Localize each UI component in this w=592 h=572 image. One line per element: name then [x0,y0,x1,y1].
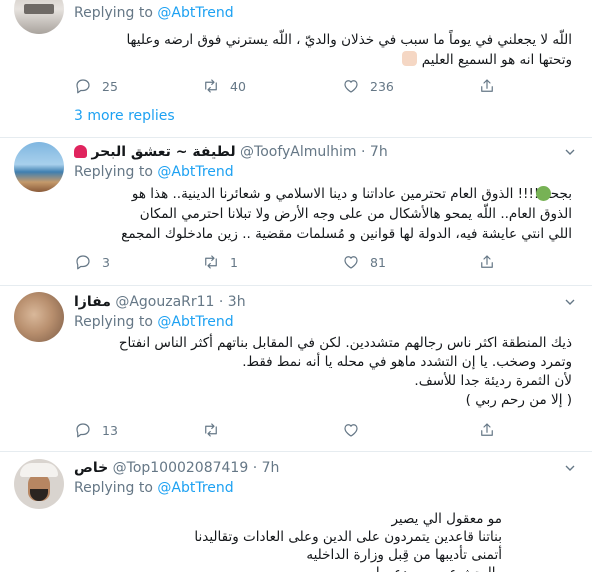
tweet-text-line: بجحة !!!! الذوق العام تحترمين عاداتنا و … [131,186,572,202]
praying-hands-emoji [402,51,418,66]
tweet-text-line: ذيك المنطقة اكثر ناس رجالهم متشددين. لكن… [118,335,572,351]
replying-to: Replying to @AbtTrend [74,164,234,180]
tweet-2[interactable]: لطيفة ~ تعشق البحر @ToofyAlmulhim · 7h R… [0,138,592,286]
reply-handle-link[interactable]: @AbtTrend [157,5,233,21]
share-icon [481,423,493,436]
display-name[interactable]: خاص [74,460,108,476]
tweet-text: بجحة !!!! الذوق العام تحترمين عاداتنا و … [74,184,572,244]
share-button[interactable] [478,252,496,272]
tweet-1[interactable]: Replying to @AbtTrend اللّه لا يجعلني في… [0,0,592,138]
tweet-3[interactable]: مفازا @AgouzaRr11 · 3h Replying to @AbtT… [0,286,592,452]
share-button[interactable] [478,76,496,96]
tweet-text-line: بناتنا قاعدين يتمردون على الدين وعلى الع… [194,529,502,545]
tweet-actions: 13 [74,420,544,440]
replying-to-label: Replying to [74,5,153,21]
tweet-text: ذيك المنطقة اكثر ناس رجالهم متشددين. لكن… [74,334,572,410]
caret-down-icon[interactable] [562,294,578,310]
show-more-replies-link[interactable]: 3 more replies [74,108,175,124]
tweet-header: لطيفة ~ تعشق البحر @ToofyAlmulhim · 7h [74,144,388,160]
replying-to-label: Replying to [74,480,153,496]
tweet-text-line: أتمنى تأديبها من قِبل وزارة الداخليه [306,547,502,563]
avatar[interactable] [14,0,64,34]
reply-handle-link[interactable]: @AbtTrend [157,480,233,496]
retweet-button[interactable]: 1 [202,252,238,272]
like-icon [344,256,358,269]
tweet-actions: 3 1 81 [74,252,544,272]
retweet-icon [205,79,217,93]
reply-button[interactable]: 13 [74,420,118,440]
share-button[interactable] [478,420,496,440]
like-button[interactable]: 81 [342,252,386,272]
like-icon [344,80,358,93]
like-button[interactable]: 236 [342,76,394,96]
reply-count: 13 [102,422,118,438]
reply-count: 25 [102,78,118,94]
timestamp[interactable]: · 3h [219,294,246,310]
like-icon [344,424,358,437]
tweet-header: خاص @Top10002087419 · 7h [74,460,279,476]
reply-button[interactable]: 25 [74,76,118,96]
avatar[interactable] [14,292,64,342]
reply-handle-link[interactable]: @AbtTrend [157,314,233,330]
replying-to: Replying to @AbtTrend [74,5,234,21]
tweet-text-line: الذوق العام.. اللّه يمحو هالأشكال من على… [139,206,572,222]
caret-down-icon[interactable] [562,460,578,476]
user-handle[interactable]: @ToofyAlmulhim [240,144,357,160]
retweet-icon [205,423,217,437]
reply-count: 3 [102,254,110,270]
reply-icon [76,79,90,94]
tweet-actions: 25 40 236 [74,76,544,96]
sick-face-emoji [536,186,551,201]
like-button[interactable] [342,420,370,440]
retweet-count: 40 [230,78,246,94]
tweet-text-line: وتحتها انه هو السميع العليم [74,50,572,70]
timestamp[interactable]: · 7h [361,144,388,160]
tweet-text-line: والبحث عن من يدعمها [74,564,502,572]
share-icon [481,79,493,92]
display-name[interactable]: لطيفة ~ تعشق البحر [91,144,235,160]
user-handle[interactable]: @Top10002087419 [113,460,249,476]
reply-icon [76,423,90,438]
share-icon [481,255,493,268]
tweet-4[interactable]: خاص @Top10002087419 · 7h Replying to @Ab… [0,452,592,572]
tweet-text-line: ( إلا من رحم ربي ) [465,392,572,408]
replying-to-label: Replying to [74,314,153,330]
retweet-count: 1 [230,254,238,270]
display-name[interactable]: مفازا [74,294,111,310]
tweet-text: مو معقول الي يصير بناتنا قاعدين يتمردون … [74,510,502,572]
reply-button[interactable]: 3 [74,252,110,272]
retweet-button[interactable] [202,420,230,440]
replying-to-label: Replying to [74,164,153,180]
retweet-button[interactable]: 40 [202,76,246,96]
timestamp[interactable]: · 7h [253,460,280,476]
tweet-text: اللّه لا يجعلني في يوماً ما سبب في خذلان… [74,30,572,70]
avatar[interactable] [14,142,64,192]
heart-emoji [74,145,87,158]
user-handle[interactable]: @AgouzaRr11 [115,294,214,310]
like-count: 236 [370,78,394,94]
tweet-text-line: مو معقول الي يصير [391,511,502,527]
reply-handle-link[interactable]: @AbtTrend [157,164,233,180]
like-count: 81 [370,254,386,270]
tweet-text-line: اللي انتي عايشة فيه، الدولة لها قوانين و… [121,226,572,242]
tweet-header: مفازا @AgouzaRr11 · 3h [74,294,246,310]
tweet-text-line: وتمرد وصخب. يا إن التشدد ماهو في محله يا… [242,354,572,370]
replying-to: Replying to @AbtTrend [74,314,234,330]
tweet-text-line: اللّه لا يجعلني في يوماً ما سبب في خذلان… [126,32,572,48]
retweet-icon [205,255,217,269]
replying-to: Replying to @AbtTrend [74,480,234,496]
caret-down-icon[interactable] [562,144,578,160]
tweet-text-line: لأن الثمرة رديئة جدا للأسف. [414,373,572,389]
avatar[interactable] [14,459,64,509]
reply-icon [76,255,90,270]
